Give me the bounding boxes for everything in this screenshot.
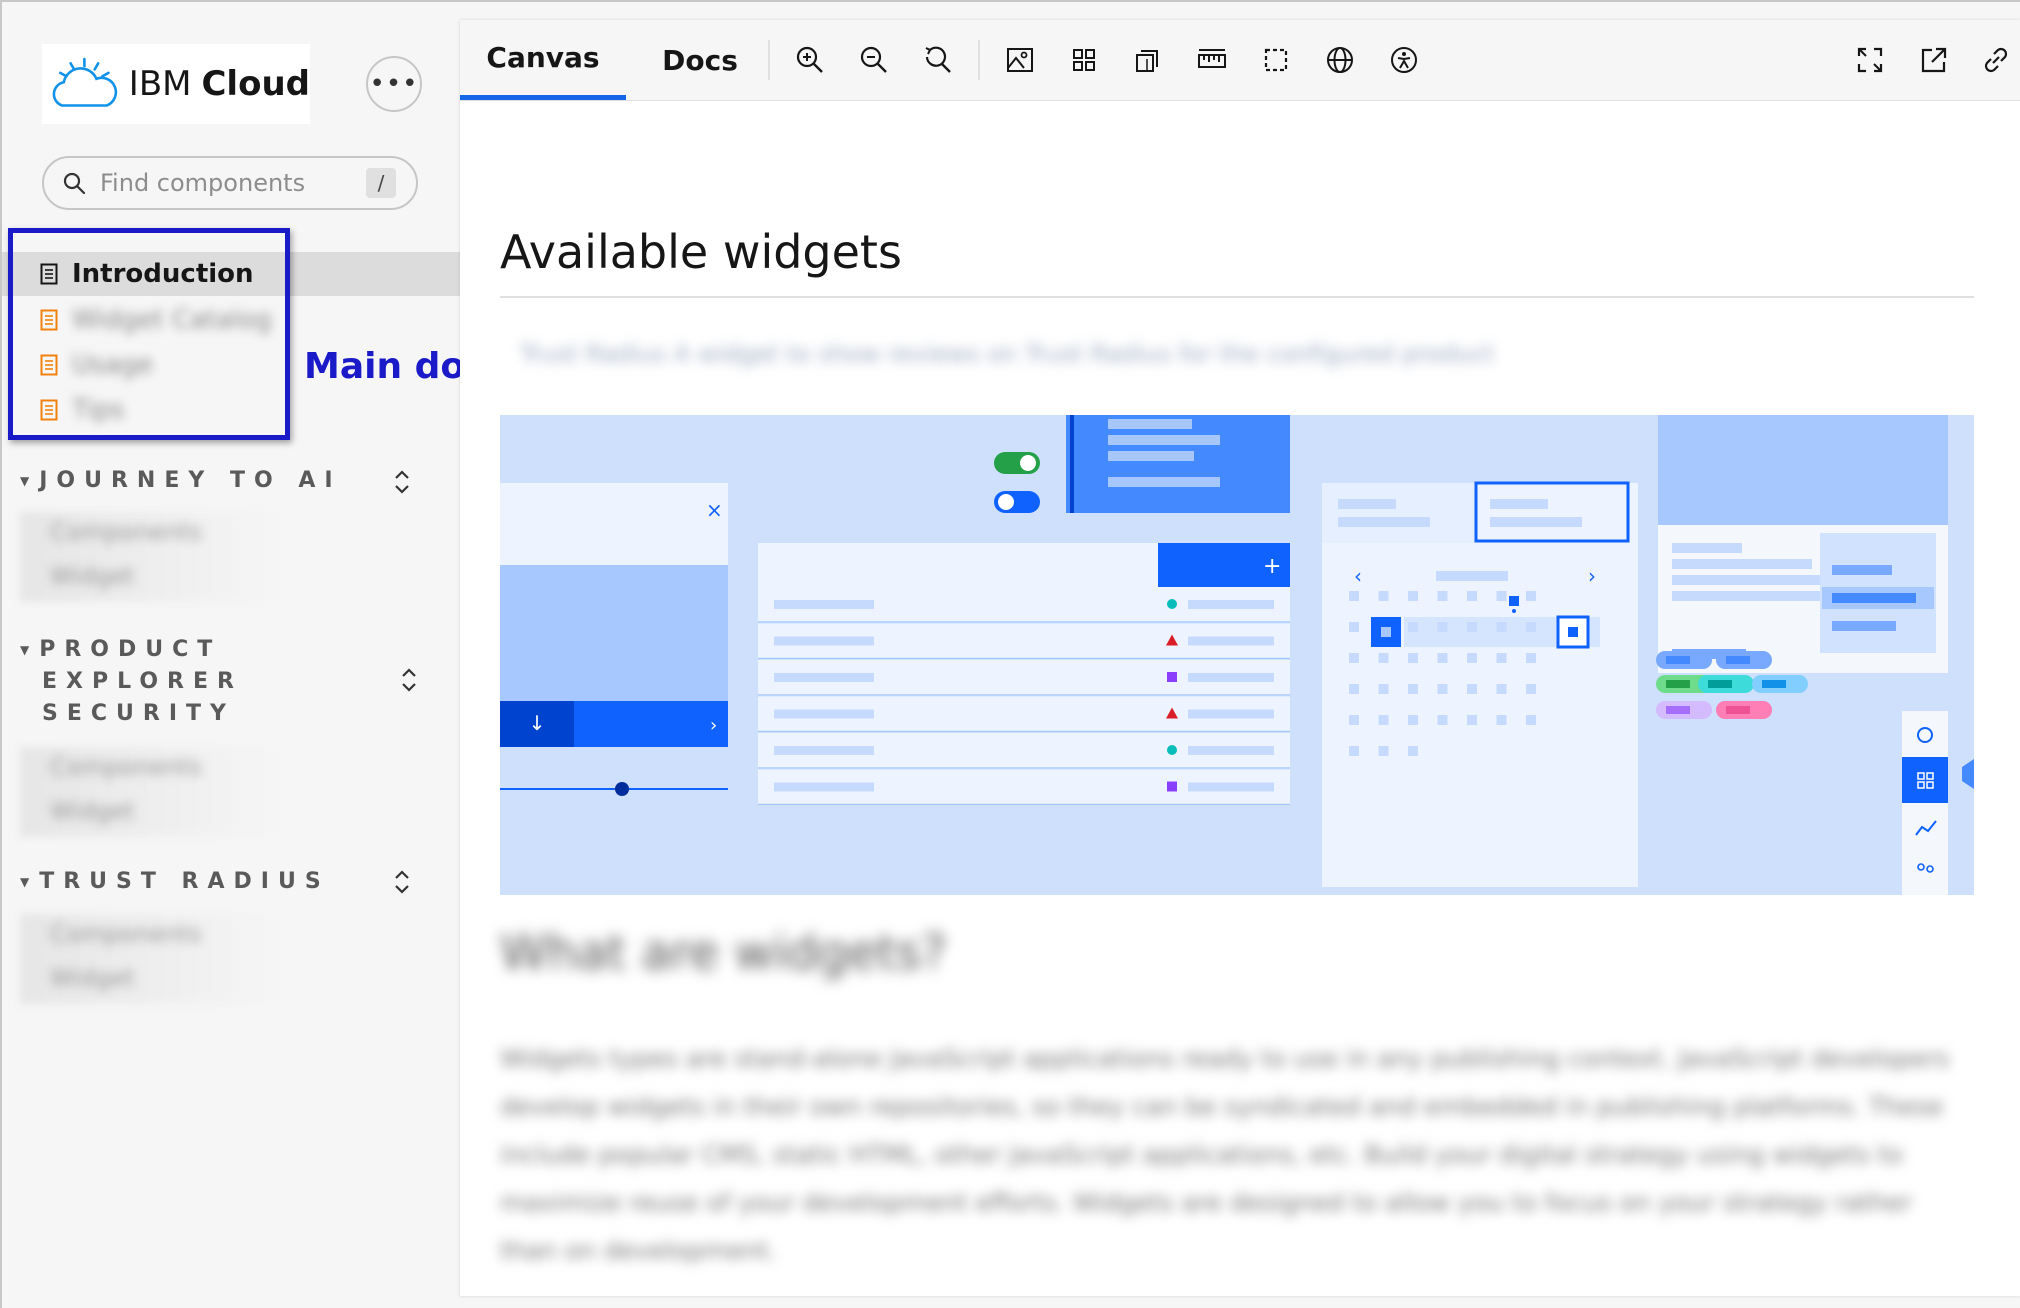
section-trust-radius[interactable]: ▼ TRUST RADIUS <box>20 866 330 898</box>
section-paragraph: Widgets types are stand-alone JavaScript… <box>500 1044 1950 1265</box>
section-title: TRUST RADIUS <box>39 869 330 894</box>
section-title-line: SECURITY <box>42 701 235 726</box>
search-icon <box>63 172 86 195</box>
toolbar-divider <box>978 40 980 80</box>
search-shortcut-badge: / <box>366 168 396 198</box>
grid-icon[interactable] <box>1068 44 1100 76</box>
sidebar: IBM Cloud ••• / Introduction Widget Cata… <box>2 2 460 1308</box>
caret-down-icon: ▼ <box>20 643 30 657</box>
zoom-in-icon[interactable] <box>794 44 826 76</box>
main-panel: Canvas Docs Available widgets Trust Radi… <box>460 20 2020 1296</box>
section-journey-to-ai[interactable]: ▼ JOURNEY TO AI <box>20 465 342 497</box>
section-journey-items: Components Widget <box>20 512 290 602</box>
viewport-icon[interactable] <box>1132 44 1164 76</box>
open-new-tab-icon[interactable] <box>1918 44 1950 76</box>
expand-collapse-icon[interactable] <box>399 666 419 694</box>
sub-item-widget[interactable]: Widget <box>50 562 135 590</box>
section-product-items: Components Widget <box>20 747 290 837</box>
svg-text:›: › <box>1588 564 1596 588</box>
search-field[interactable]: / <box>42 156 418 210</box>
zoom-out-icon[interactable] <box>858 44 890 76</box>
accessibility-icon[interactable] <box>1388 44 1420 76</box>
section-trust-items: Components Widget <box>20 914 290 1004</box>
annotation-highlight-box <box>8 228 290 440</box>
sub-item-widget[interactable]: Widget <box>50 964 135 992</box>
brand-logo[interactable]: IBM Cloud <box>42 44 310 124</box>
section-title: JOURNEY TO AI <box>39 468 342 493</box>
cloud-logo-icon <box>52 57 118 107</box>
search-input[interactable] <box>98 168 352 198</box>
sub-item-widget[interactable]: Widget <box>50 797 135 825</box>
toolbar-divider <box>768 40 770 80</box>
copy-link-icon[interactable] <box>1980 44 2012 76</box>
ellipsis-icon: ••• <box>369 69 419 99</box>
expand-collapse-icon[interactable] <box>392 468 412 496</box>
expand-collapse-icon[interactable] <box>392 868 412 896</box>
sub-item-components[interactable]: Components <box>50 753 202 781</box>
page-title: Available widgets <box>500 225 902 279</box>
fullscreen-icon[interactable] <box>1854 44 1886 76</box>
section-heading: What are widgets? <box>500 925 947 981</box>
svg-text:‹: ‹ <box>1354 564 1362 588</box>
globe-icon[interactable] <box>1324 44 1356 76</box>
svg-text:×: × <box>706 498 723 522</box>
tab-canvas[interactable]: Canvas <box>460 20 626 100</box>
svg-text:›: › <box>710 715 717 736</box>
svg-text:↓: ↓ <box>529 711 546 735</box>
sub-item-components[interactable]: Components <box>50 518 202 546</box>
background-icon[interactable] <box>1004 44 1036 76</box>
caret-down-icon: ▼ <box>20 875 30 889</box>
section-title-line: PRODUCT <box>39 637 222 662</box>
reset-zoom-icon[interactable] <box>922 44 954 76</box>
measure-icon[interactable] <box>1196 44 1228 76</box>
toolbar: Canvas Docs <box>460 20 2020 101</box>
title-divider <box>500 296 1974 298</box>
caret-down-icon: ▼ <box>20 474 30 488</box>
section-title-line: EXPLORER <box>42 669 243 694</box>
tab-docs[interactable]: Docs <box>626 20 774 100</box>
hero-illustration: × ↓ › + ‹ › <box>500 415 1974 895</box>
svg-text:+: + <box>1263 554 1281 579</box>
more-options-button[interactable]: ••• <box>366 56 422 112</box>
widget-list-item: Trust Radius A widget to show reviews on… <box>520 340 1495 368</box>
brand-ibm-text: IBM <box>128 64 192 104</box>
outline-icon[interactable] <box>1260 44 1292 76</box>
brand-cloud-text: Cloud <box>201 64 310 104</box>
section-product-explorer-security[interactable]: ▼ PRODUCT EXPLORER SECURITY <box>20 634 243 730</box>
sub-item-components[interactable]: Components <box>50 920 202 948</box>
widgets-illustration: × ↓ › + ‹ › <box>500 415 1974 895</box>
